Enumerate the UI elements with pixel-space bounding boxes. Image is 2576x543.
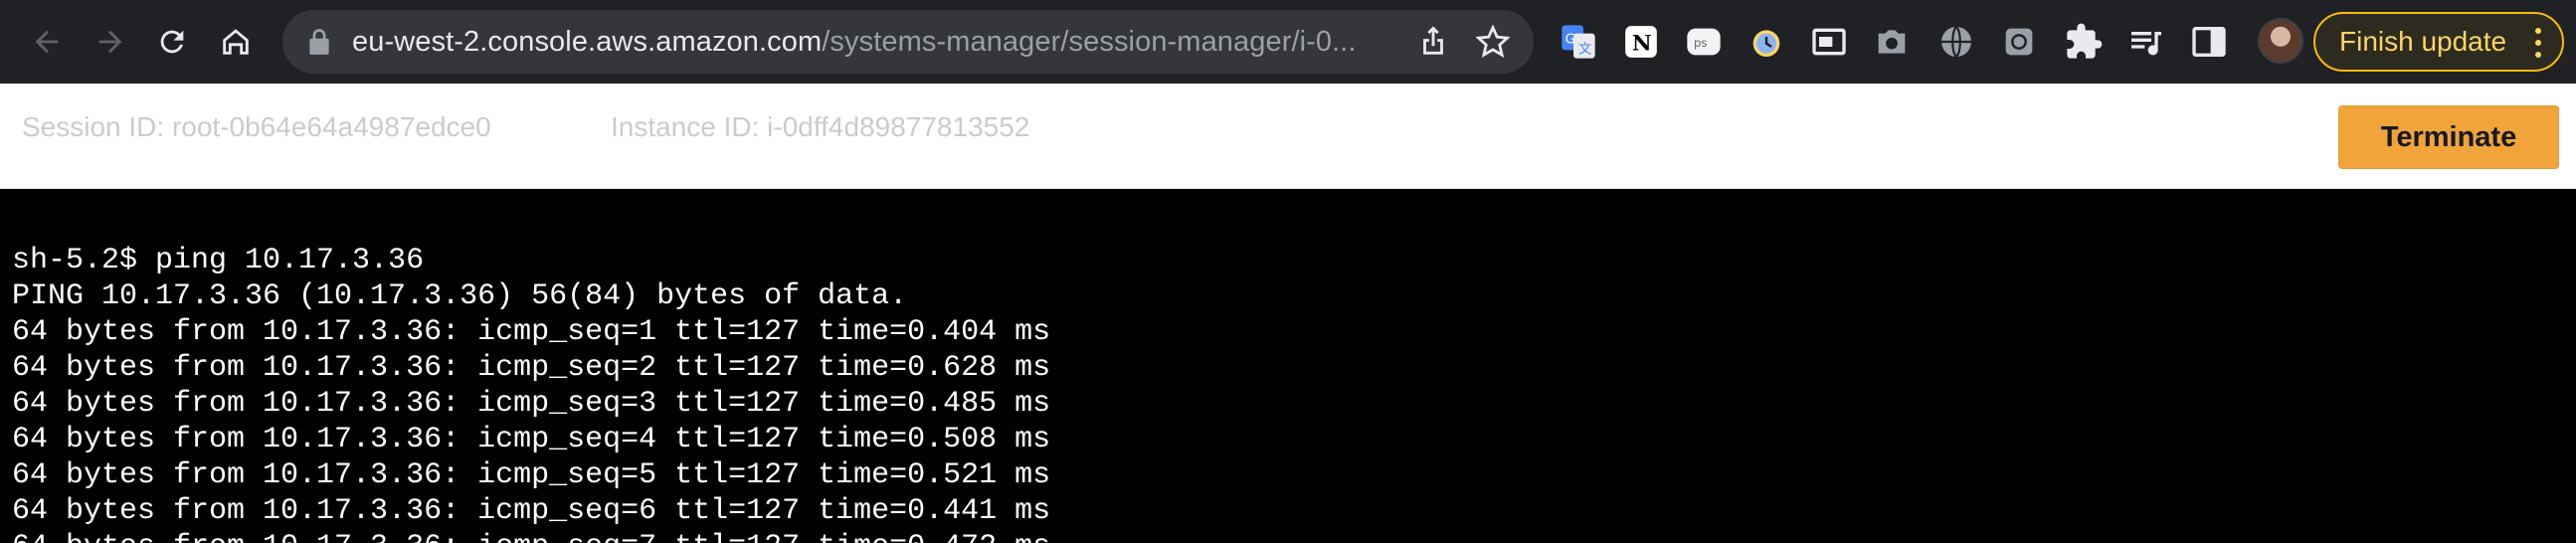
media-queue-icon[interactable] xyxy=(2124,20,2168,64)
bookmark-star-icon[interactable] xyxy=(1476,25,1510,59)
back-button[interactable] xyxy=(22,17,72,67)
url-path: /systems-manager/session-manager/i-0... xyxy=(822,25,1357,58)
google-translate-icon[interactable]: G文 xyxy=(1557,20,1600,64)
forward-arrow-icon xyxy=(98,30,122,54)
picture-in-picture-icon[interactable] xyxy=(1807,20,1851,64)
svg-text:ps: ps xyxy=(1694,36,1707,50)
url-host: eu-west-2.console.aws.amazon.com xyxy=(352,25,823,58)
session-id: Session ID: root-0b64e64a4987edce0 xyxy=(22,111,491,142)
back-arrow-icon xyxy=(35,30,59,54)
terminal-line: 64 bytes from 10.17.3.36: icmp_seq=3 ttl… xyxy=(12,387,1051,421)
address-bar[interactable]: eu-west-2.console.aws.amazon.com/systems… xyxy=(282,10,1534,74)
extension-clock-icon[interactable] xyxy=(1745,20,1788,64)
terminate-button[interactable]: Terminate xyxy=(2338,105,2559,169)
reload-icon xyxy=(160,30,184,54)
terminal-line: 64 bytes from 10.17.3.36: icmp_seq=7 ttl… xyxy=(12,529,1050,543)
browser-toolbar: eu-west-2.console.aws.amazon.com/systems… xyxy=(0,0,2576,84)
share-icon[interactable] xyxy=(1416,25,1450,59)
url-text: eu-west-2.console.aws.amazon.com/systems… xyxy=(352,26,1386,59)
extension-box-icon[interactable] xyxy=(1997,20,2041,64)
home-icon xyxy=(223,29,249,55)
lock-icon xyxy=(309,29,329,55)
terminal-line: 64 bytes from 10.17.3.36: icmp_seq=2 ttl… xyxy=(12,351,1051,385)
terminal-line: PING 10.17.3.36 (10.17.3.36) 56(84) byte… xyxy=(12,279,908,313)
puzzle-icon[interactable] xyxy=(2062,20,2106,64)
svg-text:N: N xyxy=(1632,31,1652,56)
more-menu-icon xyxy=(2535,28,2541,58)
home-button[interactable] xyxy=(211,17,261,67)
camera-icon[interactable] xyxy=(1870,20,1914,64)
notion-icon[interactable]: N xyxy=(1619,20,1663,64)
svg-text:文: 文 xyxy=(1578,42,1591,58)
profile-avatar[interactable] xyxy=(2258,18,2303,64)
terminal-line: 64 bytes from 10.17.3.36: icmp_seq=6 ttl… xyxy=(12,494,1051,528)
terminal-line: 64 bytes from 10.17.3.36: icmp_seq=1 ttl… xyxy=(12,315,1051,349)
terminal-line: 64 bytes from 10.17.3.36: icmp_seq=5 ttl… xyxy=(12,458,1051,492)
finish-update-label: Finish update xyxy=(2339,26,2507,57)
sidebar-icon[interactable] xyxy=(2187,20,2231,64)
forward-button[interactable] xyxy=(86,17,135,67)
terminal-line: 64 bytes from 10.17.3.36: icmp_seq=4 ttl… xyxy=(12,423,1051,456)
instance-id: Instance ID: i-0dff4d89877813552 xyxy=(611,111,1030,142)
terminal-output: sh-5.2$ ping 10.17.3.36 PING 10.17.3.36 … xyxy=(12,243,1050,543)
svg-text:G: G xyxy=(1565,33,1575,48)
reload-button[interactable] xyxy=(147,17,197,67)
finish-update-button[interactable]: Finish update xyxy=(2313,12,2564,72)
terminal-line: sh-5.2$ ping 10.17.3.36 xyxy=(12,244,425,277)
extension-pill-icon[interactable]: ps xyxy=(1682,20,1726,64)
terminal[interactable]: sh-5.2$ ping 10.17.3.36 PING 10.17.3.36 … xyxy=(0,189,2576,543)
globe-icon[interactable] xyxy=(1934,20,1978,64)
session-header: Session ID: root-0b64e64a4987edce0 Insta… xyxy=(0,84,2576,189)
